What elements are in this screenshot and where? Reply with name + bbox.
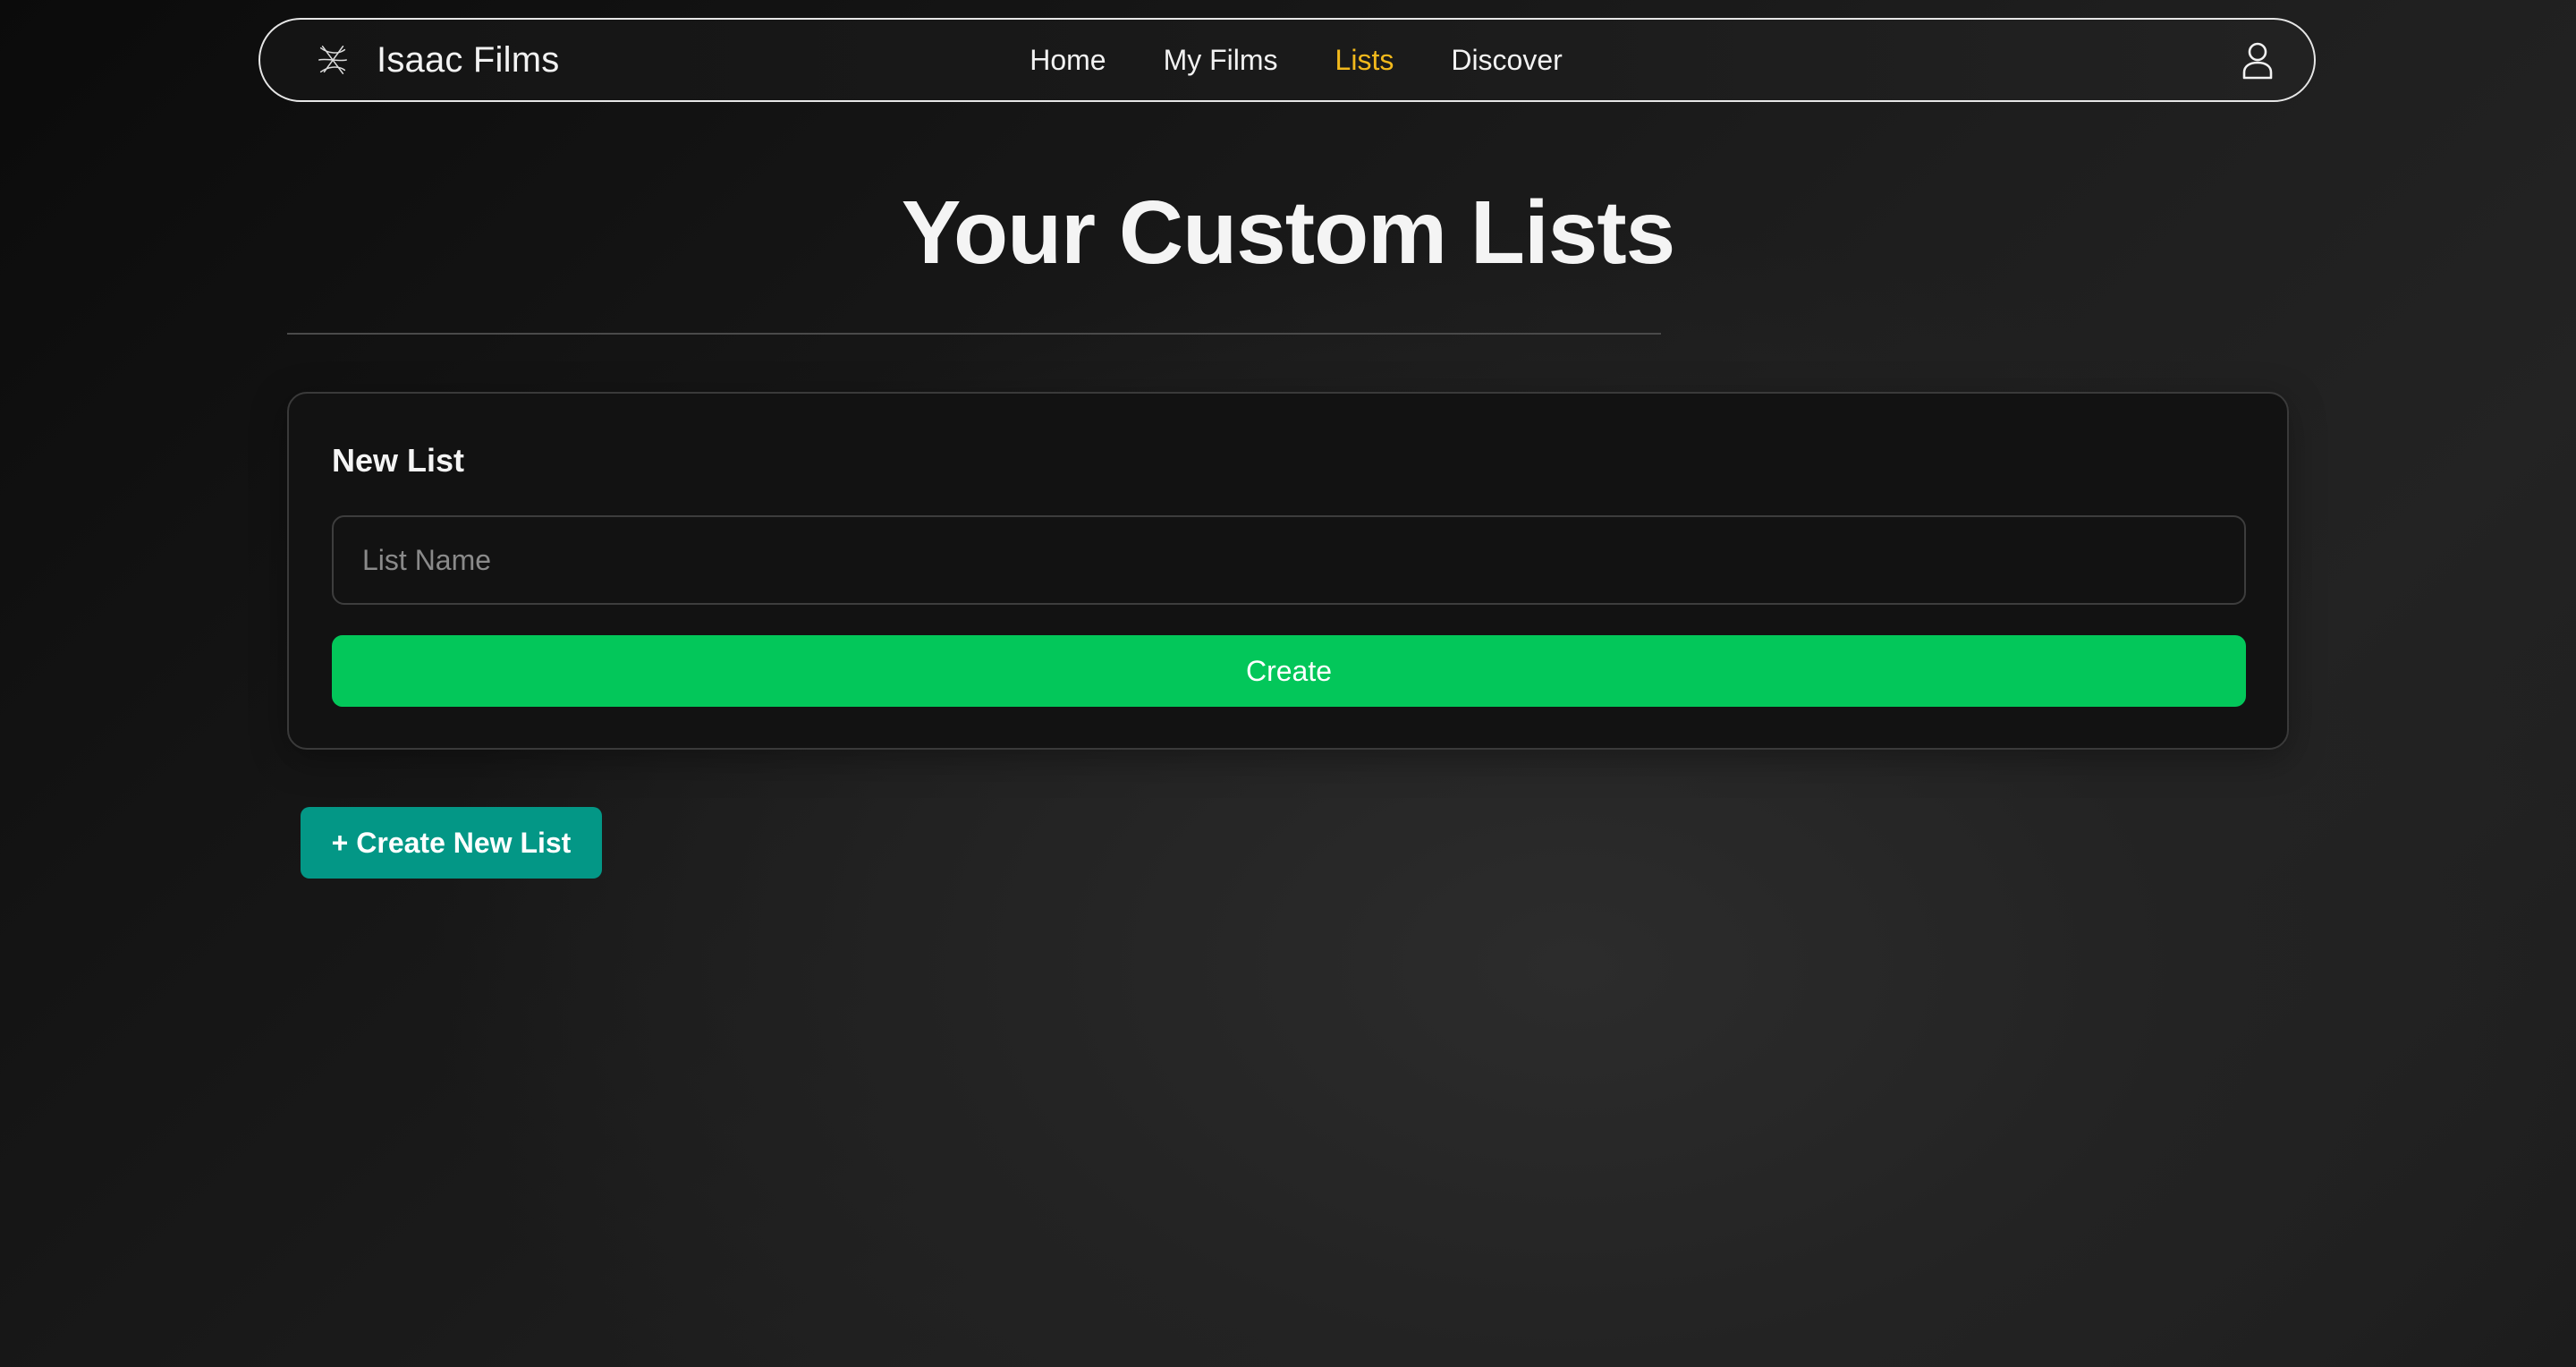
- nav-link-lists[interactable]: Lists: [1335, 44, 1394, 77]
- new-list-card: New List Create: [287, 392, 2289, 750]
- new-list-card-title: New List: [332, 442, 465, 479]
- create-new-list-button[interactable]: + Create New List: [301, 807, 602, 879]
- user-icon: [2242, 42, 2273, 80]
- profile-button[interactable]: [2237, 39, 2278, 81]
- nav-link-my-films[interactable]: My Films: [1164, 44, 1278, 77]
- title-divider: [287, 333, 1661, 335]
- create-button[interactable]: Create: [332, 635, 2246, 707]
- list-name-input[interactable]: [332, 515, 2246, 605]
- page-title: Your Custom Lists: [901, 183, 1676, 283]
- nav-link-home[interactable]: Home: [1030, 44, 1106, 77]
- nav-link-discover[interactable]: Discover: [1451, 44, 1562, 77]
- nav-links: Home My Films Lists Discover: [260, 20, 2314, 100]
- top-navbar: Isaac Films Home My Films Lists Discover: [258, 18, 2316, 102]
